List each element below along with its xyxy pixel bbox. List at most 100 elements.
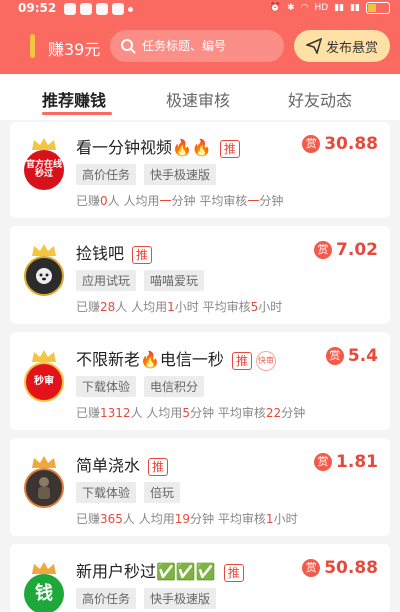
tab-recommended[interactable]: 推荐赚钱 [42,87,106,111]
recommend-tag: 推 [231,352,252,370]
post-bounty-button[interactable]: 发布悬赏 [294,30,390,62]
task-tag: 快手极速版 [144,588,217,609]
task-card[interactable]: 简单浇水推 下载体验 倍玩 已赚365人 人均用19分钟 平均审核1小时 赏 1… [10,438,390,536]
avatar-face [24,256,64,296]
wifi-icon: ◠ [300,3,309,13]
stat-unit: 小时 [174,300,199,314]
task-tags: 高价任务 快手极速版 [76,588,217,609]
task-title-text: 看一分钟视频🔥🔥 [76,138,212,157]
stat-avg-review: 22 [265,406,282,420]
stat-label: 平均审核 [217,512,266,526]
task-stats: 已赚28人 人均用1小时 平均审核5小时 [76,298,282,315]
battery-icon [366,2,390,14]
task-list: 官方在线 秒过 看一分钟视频🔥🔥 推 高价任务 快手极速版 已赚0人 人均用一分钟… [0,120,400,612]
task-tag: 喵喵爱玩 [144,270,205,291]
task-card[interactable]: 捡钱吧推 应用试玩 喵喵爱玩 已赚28人 人均用1小时 平均审核5小时 赏 7.… [10,226,390,324]
task-tags: 下载体验 电信积分 [76,376,205,397]
task-stats: 已赚365人 人均用19分钟 平均审核1小时 [76,510,298,527]
search-box[interactable] [110,30,284,62]
character-icon [38,477,50,499]
task-tag: 应用试玩 [76,270,137,291]
search-icon [121,39,136,54]
search-input[interactable] [140,38,284,54]
reward-badge-icon: 赏 [314,241,333,259]
task-card[interactable]: 钱 新用户秒过✅✅✅ 推 高价任务 快手极速版 赏 50.88 [10,544,390,612]
stat-label: 已赚 [76,300,101,314]
task-title-text: 新用户秒过✅✅✅ [76,562,216,581]
stat-avg-review: 一 [247,194,260,208]
tab-friend-activity[interactable]: 好友动态 [288,87,352,111]
stat-label: 人均用 [123,194,160,208]
header: 赚39元 发布悬赏 [0,18,400,74]
task-tag: 倍玩 [144,482,181,503]
task-title: 简单浇水推 [76,452,169,476]
notification-icons [64,3,133,15]
avatar [24,456,64,508]
avatar: 秒审 [24,350,64,402]
stat-label: 已赚 [76,194,101,208]
signal-icon: ▮▮ [350,3,360,13]
status-bar: 09:52 ⏰ ✱ ◠ HD ▮▮ ▮▮ [0,0,400,18]
task-tag: 下载体验 [76,376,137,397]
app-notification-icon [64,3,76,15]
reward-badge-icon: 赏 [325,347,344,365]
status-time: 09:52 [18,1,57,15]
task-tag: 高价任务 [76,164,137,185]
stat-label: 平均审核 [199,194,248,208]
reward-amount: 7.02 [336,240,378,260]
stat-unit: 人 [115,300,128,314]
task-title: 不限新老🔥电信一秒推快审 [76,346,276,371]
app-notification-icon [112,3,124,15]
avatar [24,244,64,296]
task-tag: 高价任务 [76,588,137,609]
recommend-tag: 推 [219,140,240,158]
avatar: 钱 [24,562,64,612]
recommend-tag: 推 [132,246,153,264]
stat-avg-use: 1 [167,300,175,314]
stat-label: 人均用 [146,406,183,420]
paper-plane-icon [305,38,322,54]
reward: 赏 7.02 [314,240,378,260]
stat-unit: 分钟 [190,512,215,526]
task-card[interactable]: 秒审 不限新老🔥电信一秒推快审 下载体验 电信积分 已赚1312人 人均用5分钟… [10,332,390,430]
stat-label: 人均用 [131,300,168,314]
task-title-text: 捡钱吧 [76,244,125,263]
reward-badge-icon: 赏 [314,453,333,471]
app-notification-icon [96,3,108,15]
task-tags: 下载体验 倍玩 [76,482,181,503]
task-title: 新用户秒过✅✅✅ 推 [76,558,244,582]
task-title: 捡钱吧推 [76,240,153,264]
fast-review-badge: 快审 [255,350,276,371]
tab-bar: 推荐赚钱 极速审核 好友动态 [0,74,400,120]
task-card[interactable]: 官方在线 秒过 看一分钟视频🔥🔥 推 高价任务 快手极速版 已赚0人 人均用一分钟… [10,122,390,218]
reward: 赏 1.81 [314,452,378,472]
avatar-face [24,468,64,508]
task-tag: 下载体验 [76,482,137,503]
task-tags: 应用试玩 喵喵爱玩 [76,270,205,291]
task-tag: 快手极速版 [144,164,217,185]
dog-icon [36,268,52,284]
stat-label: 已赚 [76,512,101,526]
reward: 赏 30.88 [302,134,378,154]
tab-fast-review[interactable]: 极速审核 [166,87,230,111]
reward-badge-icon: 赏 [302,559,321,577]
reward: 赏 50.88 [302,558,378,578]
stat-label: 平均审核 [202,300,251,314]
app-notification-icon [80,3,92,15]
tab-indicator [42,112,112,115]
recommend-tag: 推 [148,458,169,476]
stat-unit: 分钟 [281,406,306,420]
reward-amount: 30.88 [324,134,378,154]
recommend-tag: 推 [223,564,244,582]
reward-amount: 1.81 [336,452,378,472]
stat-unit: 人 [122,512,135,526]
stat-earned: 365 [100,512,123,526]
post-bounty-label: 发布悬赏 [325,40,378,56]
balance-label[interactable]: 赚39元 [48,36,100,60]
stat-avg-review: 1 [265,512,274,526]
stat-label: 人均用 [138,512,175,526]
stat-label: 已赚 [76,406,101,420]
coin-icon [30,34,35,58]
stat-unit: 分钟 [259,194,284,208]
stat-avg-use: 19 [174,512,191,526]
